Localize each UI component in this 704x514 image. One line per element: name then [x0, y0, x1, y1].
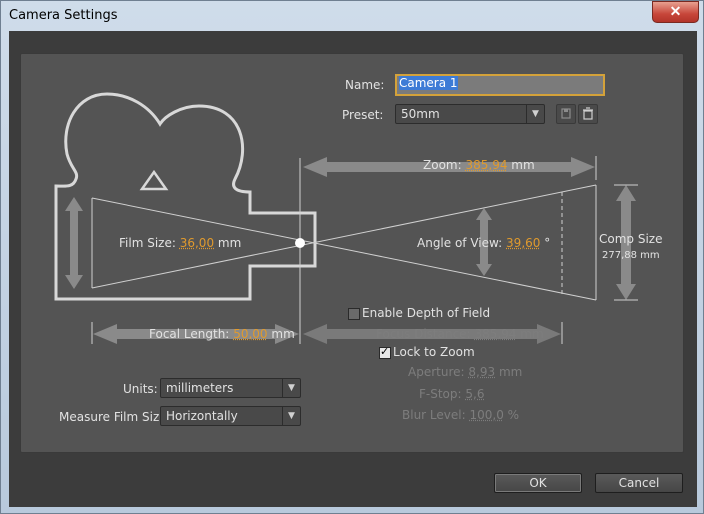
trash-icon [583, 107, 593, 120]
save-preset-icon [561, 108, 571, 119]
lens-node [295, 238, 305, 248]
depth-of-field-checkbox[interactable] [348, 308, 360, 320]
film-size-arrow [65, 197, 83, 289]
focus-distance-readout: Focus Distance: 385,94 mm [376, 327, 544, 341]
units-dropdown[interactable]: millimeters ▼ [160, 378, 301, 398]
measure-film-size-label: Measure Film Size: [59, 410, 171, 424]
chevron-down-icon: ▼ [282, 407, 300, 425]
settings-panel: Name: Camera 1 Preset: 50mm ▼ Zoom: 385,… [20, 53, 684, 453]
blur-level-value: 100,0 [469, 408, 504, 422]
focal-length-label: Focal Length: [149, 327, 230, 341]
camera-notch [139, 169, 169, 191]
depth-of-field-label: Enable Depth of Field [362, 306, 491, 320]
comp-size-label: Comp Size [599, 232, 663, 246]
film-size-label: Film Size: [119, 236, 176, 250]
blur-level-unit: % [507, 408, 520, 422]
blur-level-readout: Blur Level: 100,0 % [402, 408, 519, 422]
camera-name-input[interactable]: Camera 1 [395, 74, 605, 96]
preset-dropdown[interactable]: 50mm ▼ [395, 104, 545, 124]
aperture-label: Aperture: [408, 365, 465, 379]
fstop-value: 5,6 [465, 387, 485, 401]
fstop-label: F-Stop: [419, 387, 462, 401]
angle-of-view-unit: ° [544, 236, 551, 250]
comp-size-value: 277,88 mm [602, 250, 660, 261]
angle-of-view-value[interactable]: 39,60 [506, 236, 540, 250]
title-bar[interactable]: Camera Settings ✕ [1, 1, 703, 31]
cancel-button[interactable]: Cancel [595, 473, 683, 493]
save-preset-button[interactable] [556, 104, 576, 124]
name-label: Name: [345, 78, 385, 92]
dialog-body: Name: Camera 1 Preset: 50mm ▼ Zoom: 385,… [9, 31, 697, 507]
film-size-unit: mm [217, 236, 242, 250]
measure-film-size-value: Horizontally [166, 409, 238, 423]
angle-of-view-readout: Angle of View: 39,60 ° [417, 236, 550, 250]
preset-label: Preset: [342, 108, 384, 122]
zoom-readout: Zoom: 385,94 mm [423, 158, 535, 172]
chevron-down-icon: ▼ [282, 379, 300, 397]
film-size-value[interactable]: 36,00 [180, 236, 214, 250]
fstop-readout: F-Stop: 5,6 [419, 387, 484, 401]
focal-length-unit: mm [271, 327, 295, 341]
lock-to-zoom-checkbox[interactable] [379, 345, 391, 359]
camera-settings-window: Camera Settings ✕ Name: Camera 1 Preset:… [0, 0, 704, 514]
close-button[interactable]: ✕ [652, 1, 699, 23]
focal-length-readout: Focal Length: 50,00 mm [149, 327, 295, 341]
window-title: Camera Settings [9, 8, 118, 23]
preset-value: 50mm [401, 107, 440, 121]
zoom-value[interactable]: 385,94 [465, 158, 507, 172]
focus-distance-label: Focus Distance: [376, 327, 471, 341]
measure-film-size-dropdown[interactable]: Horizontally ▼ [160, 406, 301, 426]
focus-distance-value: 385,94 [474, 327, 517, 341]
units-value: millimeters [166, 381, 234, 395]
chevron-down-icon: ▼ [526, 105, 544, 123]
film-size-readout: Film Size: 36,00 mm [119, 236, 241, 250]
aperture-readout: Aperture: 8,93 mm [408, 365, 522, 379]
aperture-value: 8,93 [468, 365, 496, 379]
lock-to-zoom-label: Lock to Zoom [393, 345, 475, 359]
focus-distance-unit: mm [520, 327, 544, 341]
camera-body-outline [54, 92, 317, 301]
delete-preset-button[interactable] [578, 104, 598, 124]
units-label: Units: [123, 382, 158, 396]
angle-of-view-label: Angle of View: [417, 236, 503, 250]
close-icon: ✕ [669, 3, 682, 19]
blur-level-label: Blur Level: [402, 408, 466, 422]
camera-name-value: Camera 1 [399, 76, 458, 90]
zoom-unit: mm [511, 158, 535, 172]
focal-length-value[interactable]: 50,00 [233, 327, 267, 341]
zoom-label: Zoom: [423, 158, 462, 172]
aperture-unit: mm [498, 365, 523, 379]
ok-button[interactable]: OK [494, 473, 582, 493]
